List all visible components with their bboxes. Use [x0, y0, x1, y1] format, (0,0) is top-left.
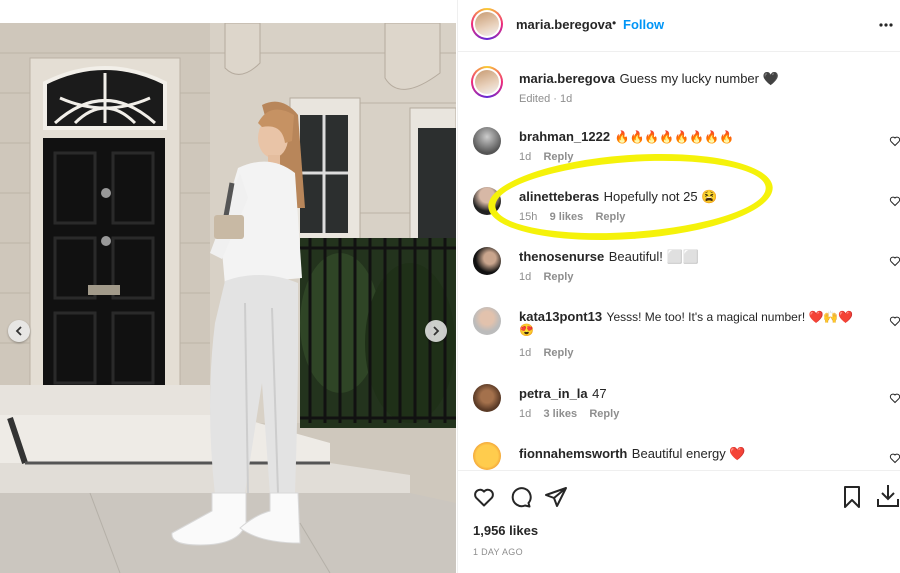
more-horizontal-icon[interactable]: [879, 22, 893, 28]
comment-text: 47: [592, 386, 607, 401]
bookmark-icon[interactable]: [841, 485, 863, 509]
follow-button[interactable]: Follow: [623, 17, 664, 32]
next-photo-button[interactable]: [425, 320, 447, 342]
comment-time: 1d: [519, 347, 532, 359]
comment-likes[interactable]: 9 likes: [550, 211, 584, 223]
comment-time: 1d: [519, 271, 532, 283]
comment-username[interactable]: kata13pont13: [519, 309, 602, 324]
like-comment-icon[interactable]: [889, 392, 900, 404]
comment-text-continued: 😍: [519, 323, 534, 337]
heart-icon[interactable]: [472, 485, 496, 509]
comment-time: 15h: [519, 211, 538, 223]
post-date: 1 DAY AGO: [473, 547, 523, 557]
chevron-right-icon: [433, 326, 440, 336]
commenter-avatar[interactable]: [473, 307, 501, 335]
comment-text: 🔥🔥🔥🔥🔥🔥🔥🔥: [614, 130, 735, 144]
author-avatar[interactable]: [475, 12, 499, 36]
like-comment-icon[interactable]: [889, 315, 900, 327]
commenter-avatar[interactable]: [473, 127, 501, 155]
post-actions-footer: 1,956 likes 1 DAY AGO: [458, 470, 900, 573]
commenter-avatar[interactable]: [473, 187, 501, 215]
post-header: maria.beregova • Follow: [458, 0, 900, 52]
photo-top-margin: [0, 0, 456, 23]
caption-meta: Edited · 1d: [519, 93, 573, 105]
comment-text: Hopefully not 25 😫: [603, 189, 718, 204]
post-photo[interactable]: [0, 23, 456, 573]
previous-photo-button[interactable]: [8, 320, 30, 342]
commenter-avatar[interactable]: [473, 247, 501, 275]
comment-text: Yesss! Me too! It's a magical number! ❤️…: [606, 310, 854, 324]
story-ring[interactable]: [471, 8, 503, 40]
caption-text: Guess my lucky number 🖤: [619, 71, 779, 86]
comment-username[interactable]: thenosenurse: [519, 249, 604, 264]
like-comment-icon[interactable]: [889, 452, 900, 464]
comment-time: 1d: [519, 408, 532, 420]
commenter-avatar[interactable]: [473, 384, 501, 412]
reply-button[interactable]: Reply: [543, 271, 573, 283]
comment-text: Beautiful energy ❤️: [631, 446, 746, 461]
like-comment-icon[interactable]: [889, 195, 900, 207]
author-username[interactable]: maria.beregova: [516, 17, 612, 32]
separator-dot: •: [612, 16, 617, 30]
caption-avatar[interactable]: [475, 70, 499, 94]
commenter-avatar[interactable]: [473, 442, 501, 470]
caption-story-ring[interactable]: [471, 66, 503, 98]
instagram-post-view: maria.beregova • Follow maria.beregova G…: [0, 0, 900, 573]
comment-username[interactable]: fionnahemsworth: [519, 446, 627, 461]
comment-time: 1d: [519, 151, 532, 163]
post-side-panel: maria.beregova • Follow maria.beregova G…: [457, 0, 900, 573]
comment-likes[interactable]: 3 likes: [543, 408, 577, 420]
comment-text: Beautiful! ⬜⬜: [608, 249, 699, 264]
reply-button[interactable]: Reply: [543, 151, 573, 163]
like-comment-icon[interactable]: [889, 255, 900, 267]
like-comment-icon[interactable]: [889, 135, 900, 147]
comment-username[interactable]: alinetteberas: [519, 189, 599, 204]
likes-count[interactable]: 1,956 likes: [473, 523, 538, 538]
caption-username[interactable]: maria.beregova: [519, 71, 615, 86]
reply-button[interactable]: Reply: [589, 408, 619, 420]
chevron-left-icon: [15, 326, 22, 336]
photo-illustration: [0, 23, 456, 573]
comment-icon[interactable]: [508, 485, 532, 509]
comment-username[interactable]: petra_in_la: [519, 386, 588, 401]
download-icon[interactable]: [876, 483, 900, 509]
reply-button[interactable]: Reply: [595, 211, 625, 223]
comment-username[interactable]: brahman_1222: [519, 129, 610, 144]
share-icon[interactable]: [544, 485, 568, 509]
reply-button[interactable]: Reply: [543, 347, 573, 359]
